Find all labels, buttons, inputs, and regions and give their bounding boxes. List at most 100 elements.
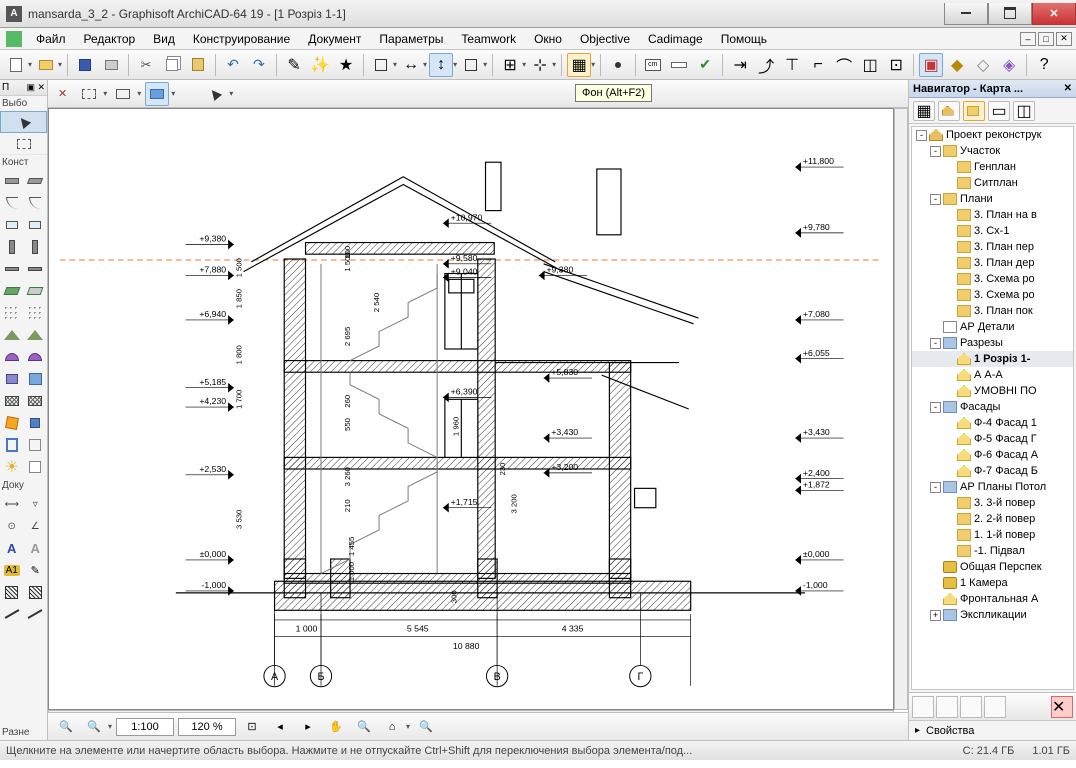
tree-row[interactable]: 3. План на в [912,207,1073,223]
menu-view[interactable]: Вид [145,30,183,48]
paste-button[interactable] [186,53,210,77]
tool-extra[interactable] [24,456,48,478]
edit6-button[interactable]: ◫ [858,53,882,77]
tree-row[interactable]: -Плани [912,191,1073,207]
view4-button[interactable]: ◈ [997,53,1021,77]
tree-row[interactable]: 3. План пок [912,303,1073,319]
tree-row[interactable]: Ф-4 Фасад 1 [912,415,1073,431]
ruler-button[interactable] [667,53,691,77]
tool-slab[interactable] [0,280,24,302]
tree-row[interactable]: 1. 1-й повер [912,527,1073,543]
window-close-button[interactable] [1032,3,1076,25]
nav-foot-delete[interactable]: ✕ [1051,696,1073,718]
zoom-tool-button[interactable]: 🔍 [414,715,438,739]
menu-cadimage[interactable]: Cadimage [640,30,711,48]
edit2-button[interactable]: ⤴ [754,53,778,77]
tree-row[interactable]: Ф-6 Фасад А [912,447,1073,463]
tree-row[interactable]: -Разрезы [912,335,1073,351]
tree-row[interactable]: 3. Сх-1 [912,223,1073,239]
favorites-button[interactable]: ★ [334,53,358,77]
tree-row[interactable]: Ф-5 Фасад Г [912,431,1073,447]
tool-zone[interactable] [0,434,24,456]
help-button[interactable]: ? [1032,53,1056,77]
tree-row[interactable]: 1 Розріз 1- [912,351,1073,367]
nav-next-button[interactable]: ▸ [296,715,320,739]
tree-row[interactable]: Ситплан [912,175,1073,191]
menu-window[interactable]: Окно [526,30,570,48]
save-button[interactable] [73,53,97,77]
tool-text-alt[interactable]: A [24,537,48,559]
fit-button[interactable]: ⊡ [240,715,264,739]
tool-shell-alt[interactable] [24,346,48,368]
measure-button[interactable] [641,53,665,77]
tool-mesh-alt[interactable] [24,390,48,412]
tool-morph[interactable] [0,412,24,434]
tree-row[interactable]: +Экспликации [912,607,1073,623]
zoom1-button[interactable]: 🔍 [54,715,78,739]
redo-button[interactable]: ↶ [247,53,271,77]
guide-button[interactable]: ⊹ [528,53,552,77]
tool-beam[interactable] [0,258,24,280]
pan-button[interactable]: ✋ [324,715,348,739]
snap4-button[interactable] [459,53,483,77]
snap3-button[interactable]: ↕ [429,53,453,77]
tree-row[interactable]: Генплан [912,159,1073,175]
tool-door-alt[interactable] [24,192,48,214]
view2-button[interactable]: ◆ [945,53,969,77]
tree-row[interactable]: -1. Підвал [912,543,1073,559]
tool-label[interactable]: A1 [0,559,24,581]
home-button[interactable]: ⌂ [380,715,404,739]
menu-construction[interactable]: Конструирование [185,30,298,48]
grid-button[interactable]: ⊞ [498,53,522,77]
tool-skylight[interactable] [0,368,24,390]
tree-row[interactable]: -Проект реконструк [912,127,1073,143]
cut-button[interactable]: ✂ [134,53,158,77]
layer-button[interactable]: ▦ [567,53,591,77]
canvas[interactable]: АБВГ [48,108,894,710]
tool-roof-alt[interactable] [24,324,48,346]
tree-row[interactable]: 3. План пер [912,239,1073,255]
tool-curtain[interactable] [24,368,48,390]
window-minimize-button[interactable] [944,3,988,25]
tree-row[interactable]: А А-А [912,367,1073,383]
tool-wall[interactable] [0,170,24,192]
navigator-tree[interactable]: -Проект реконструк-УчастокГенпланСитплан… [911,126,1074,690]
tree-row[interactable]: 3. План дер [912,255,1073,271]
tool-column-alt[interactable] [24,236,48,258]
window-maximize-button[interactable] [988,3,1032,25]
tree-row[interactable]: 3. Схема ро [912,271,1073,287]
tree-row[interactable]: -Участок [912,143,1073,159]
tool-fill[interactable] [0,581,24,603]
menu-editor[interactable]: Редактор [76,30,144,48]
menu-help[interactable]: Помощь [713,30,775,48]
tool-line-alt[interactable] [24,603,48,625]
canvas-tool1[interactable] [77,82,101,106]
nav-foot-3[interactable] [960,696,982,718]
tool-column[interactable] [0,236,24,258]
tool-angle[interactable]: ∠ [24,515,48,537]
tool-mesh[interactable] [0,390,24,412]
tree-row[interactable]: АР Детали [912,319,1073,335]
edit7-button[interactable]: ⊡ [884,53,908,77]
navigator-tab-1[interactable]: ▦ [913,101,935,121]
tree-row[interactable]: 2. 2-й повер [912,511,1073,527]
tree-row[interactable]: УМОВНІ ПО [912,383,1073,399]
edit5-button[interactable]: ⌒ [832,53,856,77]
magic-button[interactable]: ✨ [308,53,332,77]
zoom-field[interactable] [178,718,236,736]
tool-marquee[interactable] [0,133,47,155]
navigator-properties[interactable]: Свойства [909,720,1076,740]
tool-object[interactable] [24,412,48,434]
snap1-button[interactable] [369,53,393,77]
mdi-minimize[interactable]: – [1020,32,1036,46]
menu-file[interactable]: Файл [28,30,74,48]
navigator-tab-4[interactable]: ▭ [988,101,1010,121]
canvas-cursor[interactable] [203,82,227,106]
nav-foot-1[interactable] [912,696,934,718]
tool-window-alt[interactable] [24,214,48,236]
edit3-button[interactable]: ⊤ [780,53,804,77]
navigator-tab-2[interactable] [938,101,960,121]
edit4-button[interactable]: ⌐ [806,53,830,77]
tree-row[interactable]: Общая Перспек [912,559,1073,575]
tool-stair-alt[interactable] [24,302,48,324]
